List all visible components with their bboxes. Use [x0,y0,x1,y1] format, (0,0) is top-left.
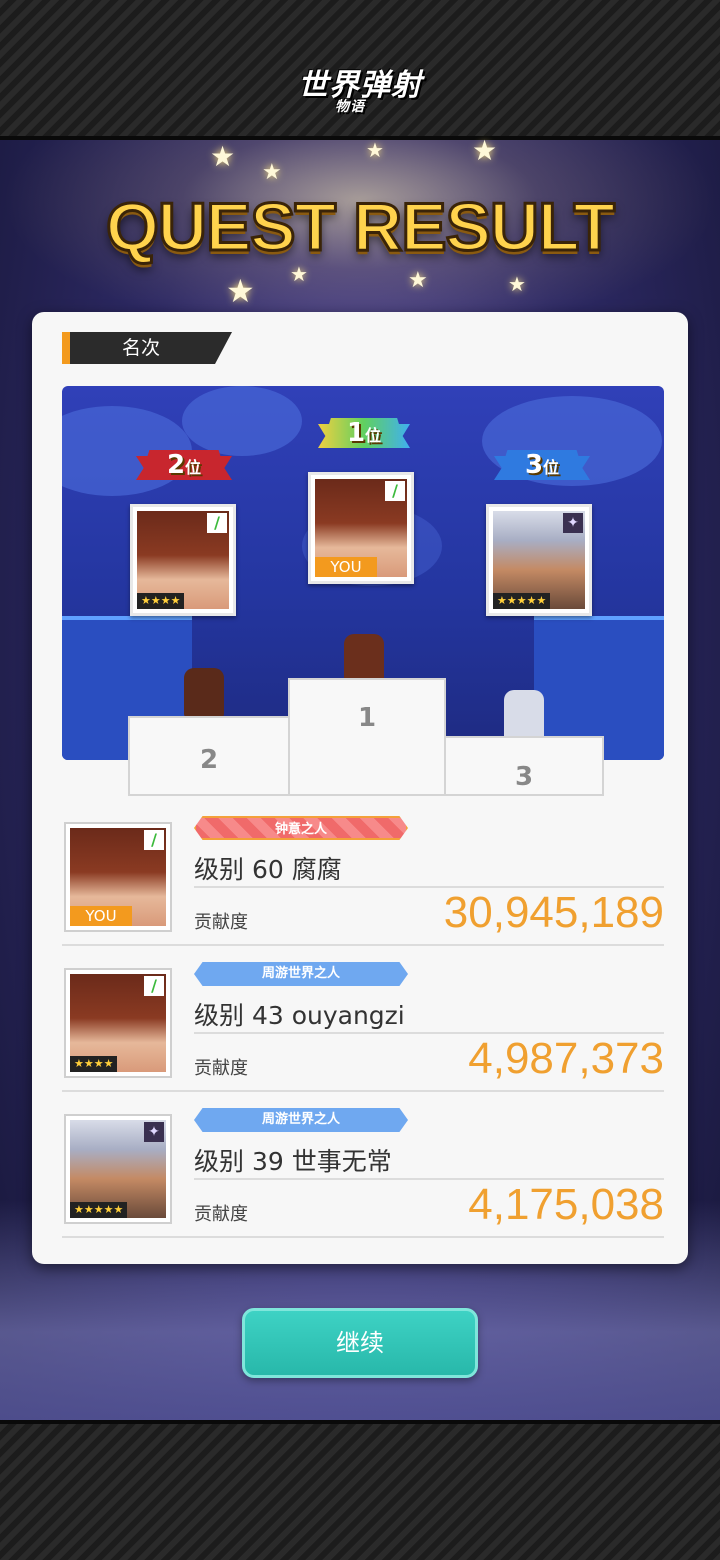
star-icon: ★ [226,272,255,310]
contribution-label: 贡献度 [194,1204,248,1225]
title-badge: 周游世界之人 [194,1108,408,1132]
continue-button[interactable]: 继续 [242,1308,478,1378]
result-panel: 名次 2位 / ★★★★ 1位 / YOU 3位 ✦ ★★★★★ 2 1 3 /… [32,312,688,1264]
star-icon: ★ [408,268,428,293]
character-sprite [504,690,544,740]
character-sprite [344,634,384,684]
podium-block-2: 2 [128,716,290,796]
rarity-stars: ★★★★★ [493,593,551,609]
contribution-score: 4,987,373 [468,1034,664,1083]
star-icon: ★ [366,138,384,162]
rank-1-ribbon: 1位 [318,418,410,448]
you-tag: YOU [315,557,377,577]
rank-3-number: 3 [524,450,544,480]
player-portrait: / ★★★★ [64,968,172,1078]
contribution-score: 4,175,038 [468,1180,664,1229]
contribution-score: 30,945,189 [443,888,664,937]
rank-3-ribbon: 3位 [494,450,590,480]
rank-2-portrait[interactable]: / ★★★★ [130,504,236,616]
leaf-element-icon: / [385,481,405,501]
title-badge: 钟意之人 [194,816,408,840]
rank-3-portrait[interactable]: ✦ ★★★★★ [486,504,592,616]
star-icon: ★ [472,134,498,167]
rank-1-suffix: 位 [365,426,382,445]
rarity-stars: ★★★★ [70,1056,118,1072]
dark-element-icon: ✦ [563,513,583,533]
title-badge: 周游世界之人 [194,962,408,986]
dark-element-icon: ✦ [144,1122,164,1142]
player-portrait: / YOU [64,822,172,932]
result-row[interactable]: ✦ ★★★★★ 周游世界之人 级别 39 世事无常 贡献度 4,175,038 [62,1106,664,1238]
rank-2-suffix: 位 [185,458,202,477]
contribution-label: 贡献度 [194,1058,248,1079]
star-icon: ★ [210,140,236,173]
bottom-bar [0,1420,720,1560]
rarity-stars: ★★★★ [137,593,185,609]
player-name: 级别 43 ouyangzi [194,1001,405,1030]
rank-2-ribbon: 2位 [136,450,232,480]
logo-sub-text: 物语 [335,99,365,115]
section-label: 名次 [62,332,232,364]
leaf-element-icon: / [207,513,227,533]
quest-result-title: QUEST RESULT [104,188,616,267]
star-icon: ★ [262,160,282,185]
rank-3-suffix: 位 [543,458,560,477]
podium-block-3: 3 [444,736,604,796]
you-tag: YOU [70,906,132,926]
game-logo: 世界弹射 物语 [290,60,430,120]
player-portrait: ✦ ★★★★★ [64,1114,172,1224]
result-row[interactable]: / YOU 钟意之人 级别 60 腐腐 贡献度 30,945,189 [62,814,664,946]
result-row[interactable]: / ★★★★ 周游世界之人 级别 43 ouyangzi 贡献度 4,987,3… [62,960,664,1092]
player-name: 级别 60 腐腐 [194,855,342,884]
cloud [182,386,302,456]
contribution-label: 贡献度 [194,912,248,933]
character-sprite [184,668,224,718]
rank-1-number: 1 [346,418,366,448]
leaf-element-icon: / [144,976,164,996]
rarity-stars: ★★★★★ [70,1202,128,1218]
rank-2-number: 2 [166,450,186,480]
top-bar: 世界弹射 物语 [0,0,720,140]
player-name: 级别 39 世事无常 [194,1147,392,1176]
podium-block-1: 1 [288,678,446,796]
leaf-element-icon: / [144,830,164,850]
rank-1-portrait[interactable]: / YOU [308,472,414,584]
star-icon: ★ [508,272,526,296]
